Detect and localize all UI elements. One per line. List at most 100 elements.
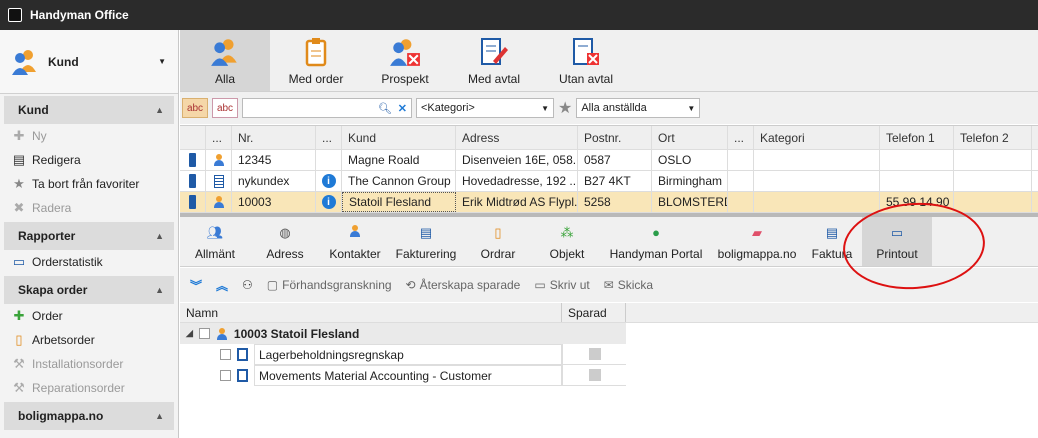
- ribbon-button-prospekt[interactable]: Prospekt: [362, 30, 448, 91]
- tab-ordrar[interactable]: ▯ Ordrar: [462, 217, 534, 266]
- ribbon-button-alla[interactable]: Alla: [180, 30, 270, 91]
- delete-icon: ✖: [13, 200, 25, 215]
- col-header-info[interactable]: ...: [316, 126, 342, 149]
- ribbon-button-med-order[interactable]: Med order: [270, 30, 362, 91]
- title-bar: Handyman Office: [0, 0, 1038, 30]
- col-header-sparad[interactable]: Sparad: [562, 303, 626, 322]
- printout-tree: Namn Sparad ◢ 10003 Statoil Flesland Lag…: [180, 303, 1038, 438]
- ribbon-button-med-avtal[interactable]: Med avtal: [448, 30, 540, 91]
- tab-boligmappa[interactable]: ▰ boligmappa.no: [712, 217, 802, 266]
- ribbon-button-utan-avtal[interactable]: Utan avtal: [540, 30, 632, 91]
- category-dropdown[interactable]: <Kategori> ▼: [416, 98, 554, 118]
- preview-button[interactable]: ▢ Förhandsgranskning: [267, 278, 392, 292]
- tab-allmant[interactable]: 👥︎ Allmänt: [180, 217, 250, 266]
- cell-telefon2: [954, 192, 1032, 212]
- collapse-icon[interactable]: ▲: [155, 411, 164, 421]
- section-header-skapa-order[interactable]: Skapa order ▲: [4, 276, 174, 304]
- col-header-kategori[interactable]: Kategori: [754, 126, 880, 149]
- plus-icon: ✚: [13, 128, 25, 143]
- tree-node[interactable]: Lagerbeholdningsregnskap: [180, 344, 1038, 365]
- sidebar-item-installationsorder[interactable]: ⚒ Installationsorder: [0, 352, 178, 376]
- info-icon[interactable]: i: [321, 174, 336, 188]
- collapse-icon[interactable]: ▲: [155, 105, 164, 115]
- person-icon: [213, 196, 225, 208]
- favorite-star-icon[interactable]: ★: [558, 98, 572, 118]
- sidebar-item-order[interactable]: ✚ Order: [0, 304, 178, 328]
- clear-icon[interactable]: ✕: [398, 102, 407, 115]
- col-header-kund[interactable]: Kund: [342, 126, 456, 149]
- cell-postnr: 5258: [578, 192, 652, 212]
- people-icon: 👥︎: [206, 225, 224, 240]
- cell-kund: Magne Roald: [342, 150, 456, 170]
- sidebar-item-ta-bort-fran-favoriter[interactable]: ★ Ta bort från favoriter: [0, 172, 178, 196]
- tree-node[interactable]: Movements Material Accounting - Customer: [180, 365, 1038, 386]
- tab-handyman-portal[interactable]: ● Handyman Portal: [600, 217, 712, 266]
- section-header-boligmappa[interactable]: boligmappa.no ▲: [4, 402, 174, 430]
- table-row[interactable]: 12345 Magne Roald Disenveien 16E, 058...…: [180, 150, 1038, 171]
- col-header-namn[interactable]: Namn: [180, 303, 562, 322]
- checkbox[interactable]: [220, 349, 231, 360]
- col-header-telefon1[interactable]: Telefon 1: [880, 126, 954, 149]
- tab-kontakter[interactable]: Kontakter: [320, 217, 390, 266]
- wrench-icon: ⚒: [13, 380, 25, 395]
- table-row[interactable]: nykundex i The Cannon Group ... Hovedadr…: [180, 171, 1038, 192]
- app-icon: [8, 8, 22, 22]
- col-header-ort[interactable]: Ort: [652, 126, 728, 149]
- company-icon: [213, 174, 224, 188]
- sidebar-item-redigera[interactable]: ▤ Redigera: [0, 148, 178, 172]
- collapse-icon[interactable]: ▲: [155, 285, 164, 295]
- sidebar-item-reparationsorder[interactable]: ⚒ Reparationsorder: [0, 376, 178, 400]
- collapse-icon[interactable]: ▲: [155, 231, 164, 241]
- tab-fakturering[interactable]: ▤ Fakturering: [390, 217, 462, 266]
- tree-node-root[interactable]: ◢ 10003 Statoil Flesland: [180, 323, 626, 344]
- col-header-nr[interactable]: Nr.: [232, 126, 316, 149]
- col-header-type[interactable]: [180, 126, 206, 149]
- phone-icon: [180, 192, 206, 212]
- whole-word-toggle[interactable]: abc: [212, 98, 238, 118]
- match-case-toggle[interactable]: abc: [182, 98, 208, 118]
- info-icon[interactable]: i: [321, 195, 336, 209]
- star-icon: ★: [13, 176, 25, 191]
- restore-saved-button[interactable]: ⟲ Återskapa sparade: [406, 278, 521, 292]
- tab-objekt[interactable]: ⁂ Objekt: [534, 217, 600, 266]
- cell-kategori: [754, 192, 880, 212]
- saved-checkbox[interactable]: [588, 369, 601, 381]
- module-selector[interactable]: Kund ▼: [0, 30, 178, 94]
- cell-kund: The Cannon Group ...: [342, 171, 456, 191]
- search-icon[interactable]: 🔍︎: [378, 102, 392, 115]
- print-button[interactable]: ▭ Skriv ut: [534, 278, 589, 292]
- checkbox[interactable]: [220, 370, 231, 381]
- people-icon: [211, 39, 237, 66]
- sidebar-item-ny[interactable]: ✚ Ny: [0, 124, 178, 148]
- grid-header: ... Nr. ... Kund Adress Postnr. Ort ... …: [180, 126, 1038, 150]
- expand-all-icon[interactable]: ︾: [190, 277, 202, 294]
- collapse-all-icon[interactable]: ︽: [216, 277, 228, 294]
- checkbox[interactable]: [198, 328, 210, 339]
- employee-dropdown[interactable]: Alla anställda ▼: [576, 98, 701, 118]
- col-header-telefon2[interactable]: Telefon 2: [954, 126, 1032, 149]
- saved-checkbox[interactable]: [588, 348, 601, 360]
- sidebar-item-orderstatistik[interactable]: ▭ Orderstatistik: [0, 250, 178, 274]
- expander-icon[interactable]: ◢: [186, 328, 193, 339]
- sidebar-item-radera[interactable]: ✖ Radera: [0, 196, 178, 220]
- module-label: Kund: [48, 54, 79, 69]
- col-header-icon[interactable]: ...: [206, 126, 232, 149]
- cell-kund[interactable]: Statoil Flesland: [342, 192, 456, 212]
- filter-ribbon: Alla Med order Prospekt Med avtal Utan a…: [180, 30, 1038, 92]
- person-icon: [349, 225, 361, 237]
- section-header-rapporter[interactable]: Rapporter ▲: [4, 222, 174, 250]
- search-input[interactable]: 🔍︎ ✕: [242, 98, 412, 118]
- sidebar-item-arbetsorder[interactable]: ▯ Arbetsorder: [0, 328, 178, 352]
- section-header-kund[interactable]: Kund ▲: [4, 96, 174, 124]
- chevron-down-icon[interactable]: ▼: [158, 57, 166, 66]
- chevron-down-icon: ▼: [687, 103, 696, 113]
- send-button[interactable]: ✉ Skicka: [604, 278, 653, 292]
- cell-postnr: 0587: [578, 150, 652, 170]
- col-header-postnr[interactable]: Postnr.: [578, 126, 652, 149]
- tab-adress[interactable]: ◍ Adress: [250, 217, 320, 266]
- cell-telefon2: [954, 171, 1032, 191]
- col-header-adress[interactable]: Adress: [456, 126, 578, 149]
- col-header-more[interactable]: ...: [728, 126, 754, 149]
- binoculars-icon[interactable]: ⚇: [242, 278, 253, 292]
- cell-postnr: B27 4KT: [578, 171, 652, 191]
